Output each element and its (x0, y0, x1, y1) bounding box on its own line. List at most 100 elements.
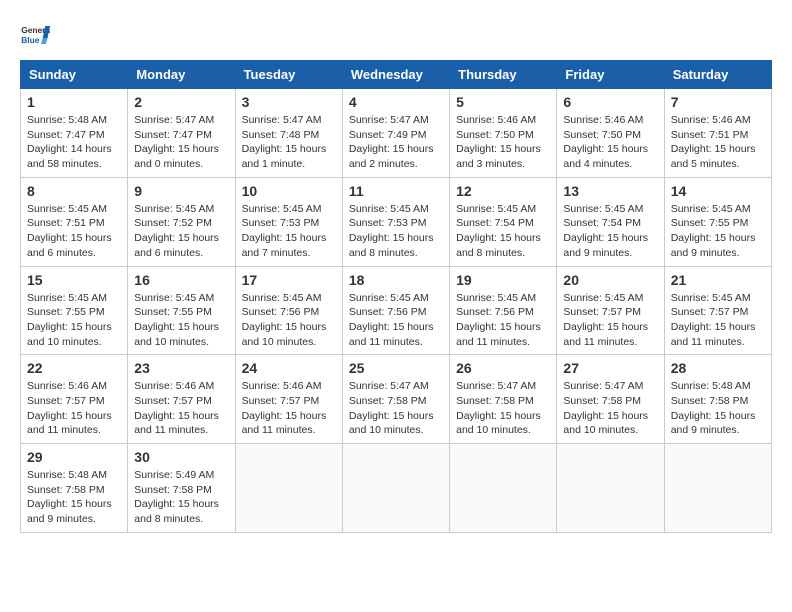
calendar-cell: 4 Sunrise: 5:47 AM Sunset: 7:49 PM Daylig… (342, 89, 449, 178)
calendar-row: 29Sunrise: 5:48 AM Sunset: 7:58 PM Dayli… (21, 444, 772, 533)
day-number: 1 (27, 94, 121, 110)
calendar-cell: 26Sunrise: 5:47 AM Sunset: 7:58 PM Dayli… (450, 355, 557, 444)
calendar-cell: 24Sunrise: 5:46 AM Sunset: 7:57 PM Dayli… (235, 355, 342, 444)
calendar-cell: 14 Sunrise: 5:45 AM Sunset: 7:55 PM Dayli… (664, 177, 771, 266)
calendar-cell: 25 Sunrise: 5:47 AM Sunset: 7:58 PM Dayli… (342, 355, 449, 444)
calendar-cell: 5 Sunrise: 5:46 AM Sunset: 7:50 PM Daylig… (450, 89, 557, 178)
calendar-cell: 23 Sunrise: 5:46 AM Sunset: 7:57 PM Dayli… (128, 355, 235, 444)
calendar-cell: 29Sunrise: 5:48 AM Sunset: 7:58 PM Dayli… (21, 444, 128, 533)
day-info: Sunrise: 5:46 AM Sunset: 7:50 PM Dayligh… (563, 113, 657, 172)
calendar-cell: 3 Sunrise: 5:47 AM Sunset: 7:48 PM Daylig… (235, 89, 342, 178)
calendar-cell: 12Sunrise: 5:45 AM Sunset: 7:54 PM Dayli… (450, 177, 557, 266)
day-info: Sunrise: 5:46 AM Sunset: 7:51 PM Dayligh… (671, 113, 765, 172)
calendar-cell: 7 Sunrise: 5:46 AM Sunset: 7:51 PM Daylig… (664, 89, 771, 178)
day-info: Sunrise: 5:45 AM Sunset: 7:56 PM Dayligh… (456, 291, 550, 350)
logo: General Blue (20, 20, 50, 50)
day-number: 3 (242, 94, 336, 110)
weekday-header-row: Sunday Monday Tuesday Wednesday Thursday… (21, 61, 772, 89)
day-info: Sunrise: 5:46 AM Sunset: 7:50 PM Dayligh… (456, 113, 550, 172)
calendar-cell: 9 Sunrise: 5:45 AM Sunset: 7:52 PM Daylig… (128, 177, 235, 266)
day-number: 25 (349, 360, 443, 376)
day-number: 22 (27, 360, 121, 376)
day-number: 29 (27, 449, 121, 465)
calendar-cell: 13 Sunrise: 5:45 AM Sunset: 7:54 PM Dayli… (557, 177, 664, 266)
day-info: Sunrise: 5:46 AM Sunset: 7:57 PM Dayligh… (134, 379, 228, 438)
day-info: Sunrise: 5:45 AM Sunset: 7:54 PM Dayligh… (563, 202, 657, 261)
day-number: 20 (563, 272, 657, 288)
day-info: Sunrise: 5:45 AM Sunset: 7:55 PM Dayligh… (671, 202, 765, 261)
day-number: 30 (134, 449, 228, 465)
day-number: 10 (242, 183, 336, 199)
day-number: 7 (671, 94, 765, 110)
day-info: Sunrise: 5:46 AM Sunset: 7:57 PM Dayligh… (27, 379, 121, 438)
calendar-cell: 30 Sunrise: 5:49 AM Sunset: 7:58 PM Dayli… (128, 444, 235, 533)
header-tuesday: Tuesday (235, 61, 342, 89)
calendar-cell: 20 Sunrise: 5:45 AM Sunset: 7:57 PM Dayli… (557, 266, 664, 355)
header-wednesday: Wednesday (342, 61, 449, 89)
day-info: Sunrise: 5:45 AM Sunset: 7:56 PM Dayligh… (349, 291, 443, 350)
day-info: Sunrise: 5:45 AM Sunset: 7:57 PM Dayligh… (563, 291, 657, 350)
header-sunday: Sunday (21, 61, 128, 89)
day-number: 12 (456, 183, 550, 199)
day-number: 19 (456, 272, 550, 288)
day-info: Sunrise: 5:45 AM Sunset: 7:55 PM Dayligh… (134, 291, 228, 350)
day-number: 14 (671, 183, 765, 199)
day-info: Sunrise: 5:49 AM Sunset: 7:58 PM Dayligh… (134, 468, 228, 527)
logo-icon: General Blue (20, 20, 50, 50)
day-info: Sunrise: 5:46 AM Sunset: 7:57 PM Dayligh… (242, 379, 336, 438)
page-header: General Blue (20, 20, 772, 50)
day-info: Sunrise: 5:47 AM Sunset: 7:47 PM Dayligh… (134, 113, 228, 172)
day-info: Sunrise: 5:45 AM Sunset: 7:53 PM Dayligh… (349, 202, 443, 261)
calendar-cell (342, 444, 449, 533)
day-info: Sunrise: 5:45 AM Sunset: 7:53 PM Dayligh… (242, 202, 336, 261)
day-info: Sunrise: 5:45 AM Sunset: 7:51 PM Dayligh… (27, 202, 121, 261)
header-monday: Monday (128, 61, 235, 89)
calendar-cell (235, 444, 342, 533)
day-info: Sunrise: 5:47 AM Sunset: 7:49 PM Dayligh… (349, 113, 443, 172)
day-number: 23 (134, 360, 228, 376)
calendar-cell: 10 Sunrise: 5:45 AM Sunset: 7:53 PM Dayli… (235, 177, 342, 266)
header-thursday: Thursday (450, 61, 557, 89)
day-info: Sunrise: 5:48 AM Sunset: 7:58 PM Dayligh… (671, 379, 765, 438)
day-number: 13 (563, 183, 657, 199)
day-info: Sunrise: 5:47 AM Sunset: 7:48 PM Dayligh… (242, 113, 336, 172)
calendar-cell: 6Sunrise: 5:46 AM Sunset: 7:50 PM Daylig… (557, 89, 664, 178)
day-number: 5 (456, 94, 550, 110)
day-number: 2 (134, 94, 228, 110)
day-number: 9 (134, 183, 228, 199)
calendar-row: 1 Sunrise: 5:48 AM Sunset: 7:47 PM Daylig… (21, 89, 772, 178)
day-info: Sunrise: 5:47 AM Sunset: 7:58 PM Dayligh… (563, 379, 657, 438)
calendar-row: 22 Sunrise: 5:46 AM Sunset: 7:57 PM Dayli… (21, 355, 772, 444)
day-number: 27 (563, 360, 657, 376)
day-number: 26 (456, 360, 550, 376)
calendar-cell: 19 Sunrise: 5:45 AM Sunset: 7:56 PM Dayli… (450, 266, 557, 355)
calendar-cell: 22 Sunrise: 5:46 AM Sunset: 7:57 PM Dayli… (21, 355, 128, 444)
header-friday: Friday (557, 61, 664, 89)
day-number: 11 (349, 183, 443, 199)
calendar-cell: 8Sunrise: 5:45 AM Sunset: 7:51 PM Daylig… (21, 177, 128, 266)
day-number: 4 (349, 94, 443, 110)
calendar-cell: 1 Sunrise: 5:48 AM Sunset: 7:47 PM Daylig… (21, 89, 128, 178)
calendar-cell: 18 Sunrise: 5:45 AM Sunset: 7:56 PM Dayli… (342, 266, 449, 355)
day-number: 17 (242, 272, 336, 288)
day-number: 28 (671, 360, 765, 376)
day-info: Sunrise: 5:47 AM Sunset: 7:58 PM Dayligh… (349, 379, 443, 438)
calendar-cell: 16 Sunrise: 5:45 AM Sunset: 7:55 PM Dayli… (128, 266, 235, 355)
day-info: Sunrise: 5:45 AM Sunset: 7:57 PM Dayligh… (671, 291, 765, 350)
calendar-cell: 15 Sunrise: 5:45 AM Sunset: 7:55 PM Dayli… (21, 266, 128, 355)
calendar-cell (450, 444, 557, 533)
calendar-cell: 28 Sunrise: 5:48 AM Sunset: 7:58 PM Dayli… (664, 355, 771, 444)
calendar-cell: 21Sunrise: 5:45 AM Sunset: 7:57 PM Dayli… (664, 266, 771, 355)
calendar-row: 15 Sunrise: 5:45 AM Sunset: 7:55 PM Dayli… (21, 266, 772, 355)
day-info: Sunrise: 5:48 AM Sunset: 7:47 PM Dayligh… (27, 113, 121, 172)
day-info: Sunrise: 5:45 AM Sunset: 7:55 PM Dayligh… (27, 291, 121, 350)
calendar-cell: 17Sunrise: 5:45 AM Sunset: 7:56 PM Dayli… (235, 266, 342, 355)
calendar-cell: 2 Sunrise: 5:47 AM Sunset: 7:47 PM Daylig… (128, 89, 235, 178)
header-saturday: Saturday (664, 61, 771, 89)
calendar-cell: 27 Sunrise: 5:47 AM Sunset: 7:58 PM Dayli… (557, 355, 664, 444)
day-number: 18 (349, 272, 443, 288)
calendar-table: Sunday Monday Tuesday Wednesday Thursday… (20, 60, 772, 533)
day-number: 15 (27, 272, 121, 288)
day-number: 16 (134, 272, 228, 288)
day-info: Sunrise: 5:45 AM Sunset: 7:52 PM Dayligh… (134, 202, 228, 261)
